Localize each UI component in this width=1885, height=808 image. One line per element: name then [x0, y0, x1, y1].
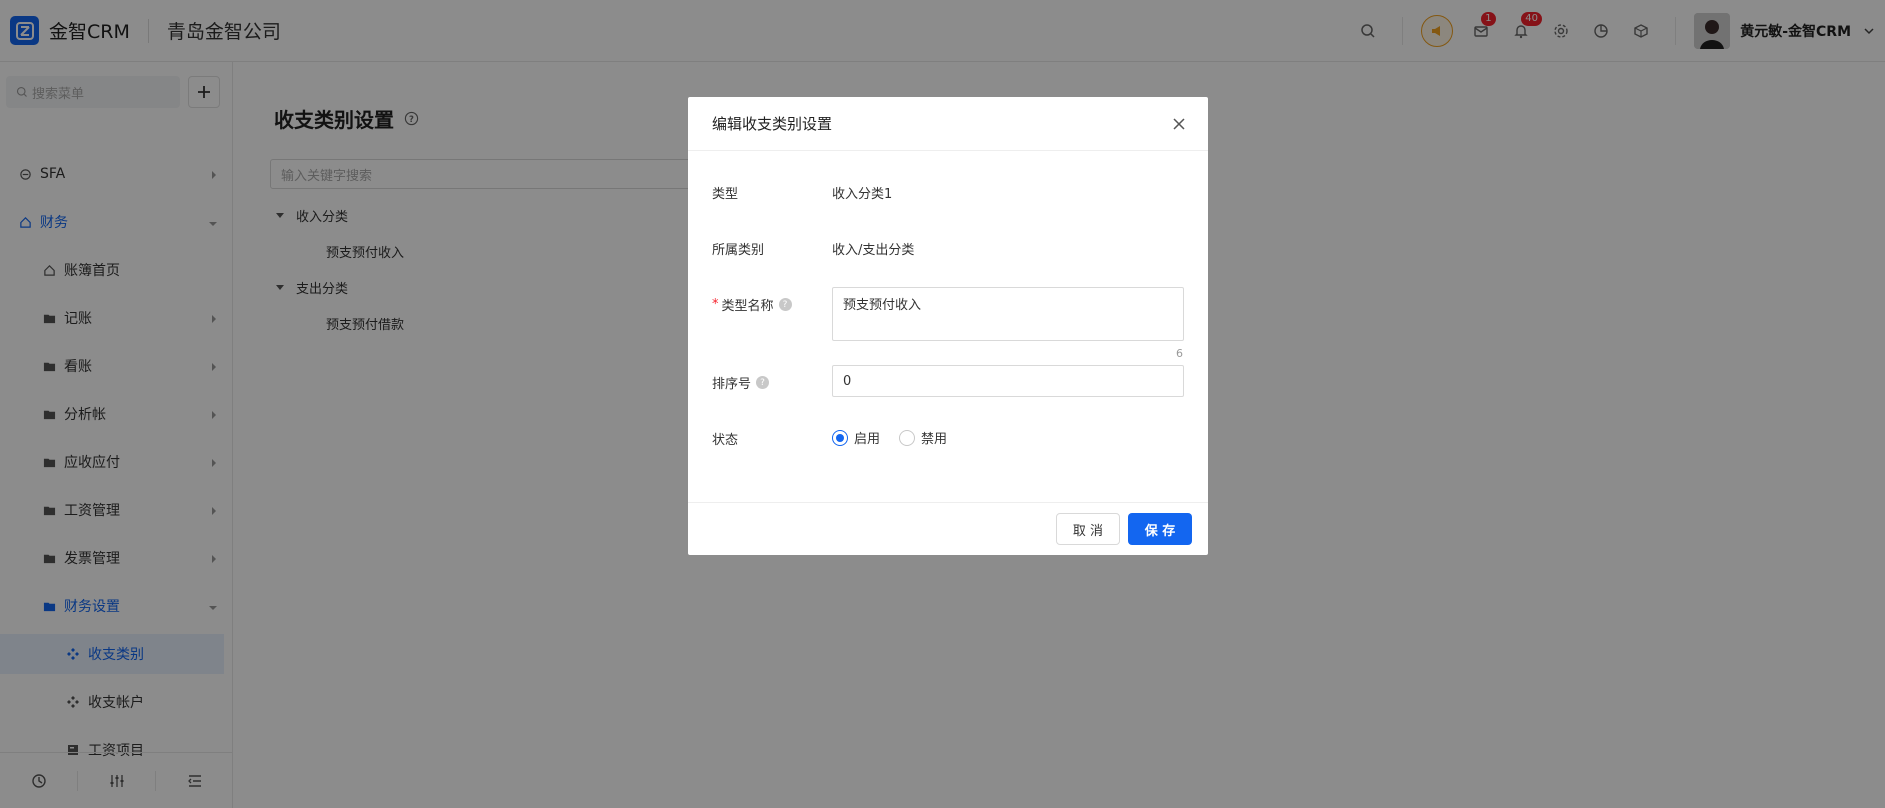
cancel-button[interactable]: 取 消: [1056, 513, 1120, 545]
category-label: 所属类别: [712, 243, 765, 258]
required-mark: *: [712, 297, 719, 312]
category-value: 收入/支出分类: [832, 243, 915, 258]
name-label: * 类型名称 ?: [712, 295, 792, 314]
radio-checked-icon[interactable]: [832, 429, 848, 446]
save-button[interactable]: 保 存: [1128, 513, 1192, 545]
status-enabled-radio[interactable]: 启用: [832, 428, 880, 447]
status-disabled-radio[interactable]: 禁用: [899, 428, 947, 447]
help-icon[interactable]: ?: [756, 376, 770, 389]
edit-category-dialog: 编辑收支类别设置 类型 收入分类1 所属类别 收入/支出分类 * 类型名称 ? …: [688, 97, 1208, 555]
dialog-title: 编辑收支类别设置: [712, 115, 833, 133]
radio-unchecked-icon[interactable]: [899, 429, 915, 446]
type-label: 类型: [712, 187, 739, 202]
status-label: 状态: [712, 433, 739, 448]
char-count: 6: [1176, 347, 1183, 360]
dialog-header: 编辑收支类别设置: [688, 97, 1208, 151]
help-icon[interactable]: ?: [778, 298, 792, 311]
type-value: 收入分类1: [832, 187, 893, 202]
dialog-footer: 取 消 保 存: [688, 502, 1208, 555]
close-icon[interactable]: [1170, 115, 1188, 133]
sort-label: 排序号 ?: [712, 373, 770, 392]
sort-number-input[interactable]: 0: [832, 365, 1184, 397]
type-name-textarea[interactable]: 预支预付收入: [832, 287, 1184, 341]
